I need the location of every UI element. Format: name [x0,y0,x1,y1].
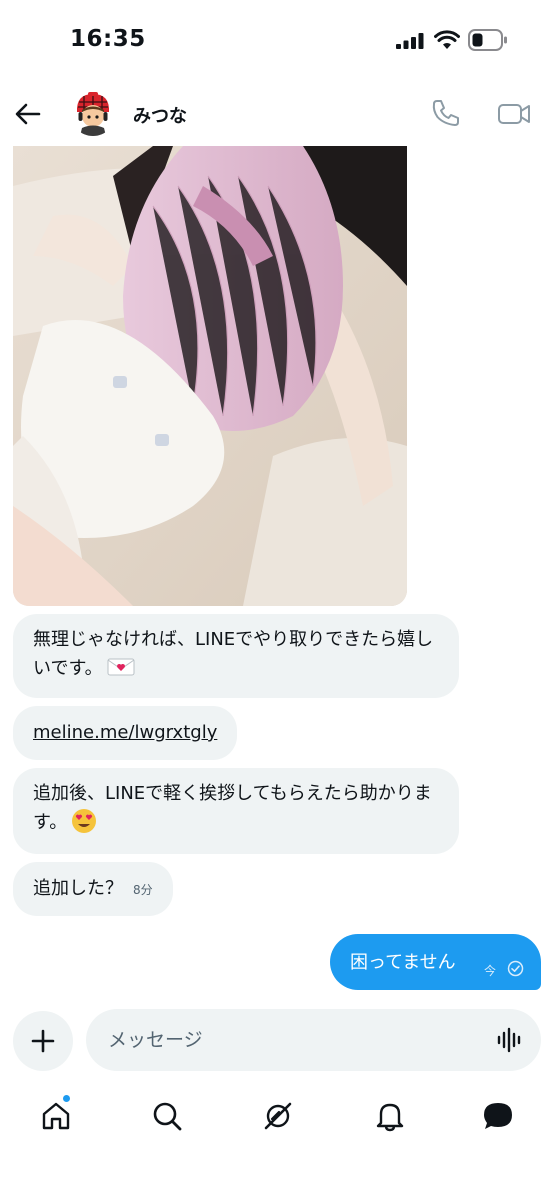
message-text: 追加した？ [33,878,123,899]
contact-name[interactable]: みつな [133,102,187,128]
compose-bar [86,1009,541,1071]
battery-icon [468,29,507,51]
message-link[interactable]: meline.me/lwgrxtgly [33,722,217,743]
home-icon [42,1102,70,1130]
nav-notifications[interactable] [372,1098,408,1134]
voice-icon[interactable] [496,1026,524,1054]
signal-icon [396,33,424,49]
back-arrow-icon [15,103,41,125]
message-bubble-incoming[interactable]: 無理じゃなければ、LINEでやり取りできたら嬉しいです。 [13,614,459,698]
call-button[interactable] [430,97,462,129]
plus-icon [31,1029,55,1053]
love-letter-emoji-icon [107,658,135,676]
message-bubble-outgoing[interactable]: 困ってません 今 [330,934,541,990]
conversation-header: みつな [0,80,554,146]
photo-message[interactable] [13,146,407,606]
message-timestamp: 8分 [133,883,153,897]
message-text: 無理じゃなければ、LINEでやり取りできたら嬉しいです。 [33,629,434,679]
back-button[interactable] [12,98,44,130]
photo-image [13,146,407,606]
bottom-nav [0,1084,554,1200]
add-attachment-button[interactable] [13,1011,73,1071]
message-bubble-incoming[interactable]: meline.me/lwgrxtgly [13,706,238,760]
video-call-button[interactable] [496,98,532,130]
message-bubble-incoming[interactable]: 追加した？ 8分 [13,862,173,916]
wifi-icon [434,30,460,49]
bell-icon [376,1103,404,1132]
nav-search[interactable] [149,1098,185,1134]
message-timestamp: 今 [484,964,497,978]
avatar[interactable] [70,90,116,136]
status-bar: 16:35 [0,0,554,80]
phone-icon [432,100,459,126]
heart-eyes-emoji-icon [72,809,97,833]
avatar-image [70,90,116,136]
messages-icon [484,1103,512,1129]
nav-grok[interactable] [260,1098,296,1134]
grok-icon [264,1102,292,1130]
sent-check-icon [507,960,524,977]
nav-home[interactable] [38,1098,74,1134]
video-icon [498,104,530,124]
notification-dot [62,1094,71,1103]
nav-messages[interactable] [480,1098,516,1134]
search-icon [153,1102,182,1131]
message-text: 困ってません [350,952,456,973]
message-bubble-incoming[interactable]: 追加後、LINEで軽く挨拶してもらえたら助かります。 [13,768,459,854]
message-input[interactable] [108,1026,468,1054]
status-time: 16:35 [70,26,146,52]
